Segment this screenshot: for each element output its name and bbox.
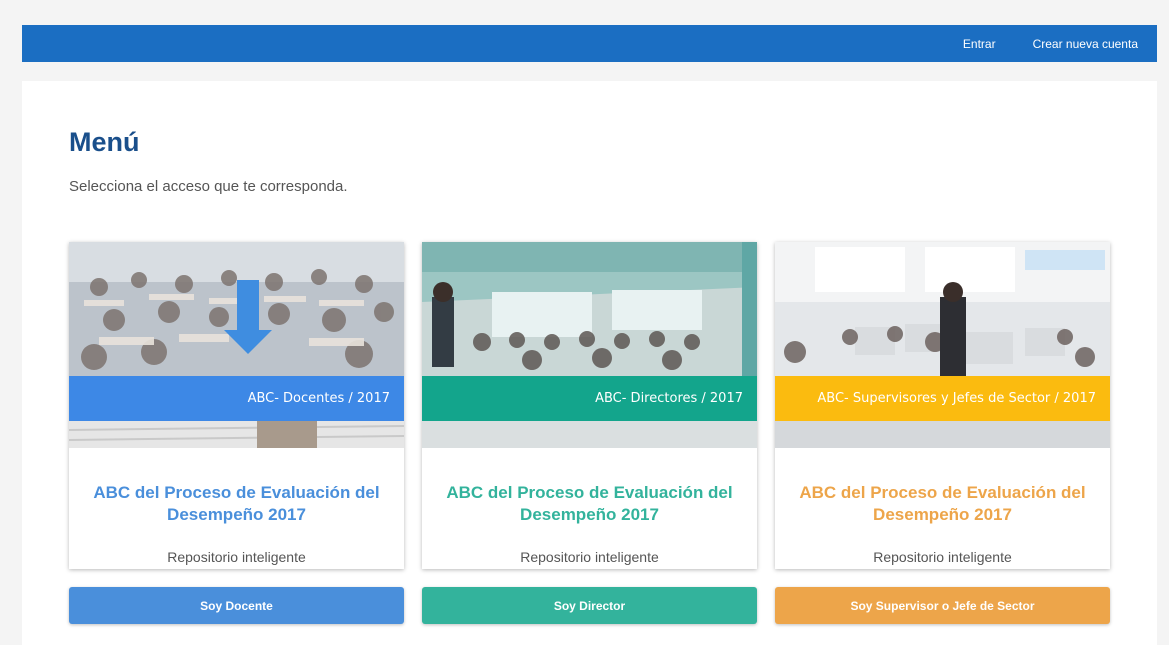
signup-link[interactable]: Crear nueva cuenta [1033, 37, 1138, 51]
card-directores[interactable]: ABC- Directores / 2017 ABC del Proceso d… [422, 242, 757, 569]
top-nav-bar: Entrar Crear nueva cuenta [22, 25, 1157, 62]
soy-director-button[interactable]: Soy Director [422, 587, 757, 624]
card-title[interactable]: ABC del Proceso de Evaluación del Desemp… [785, 482, 1100, 526]
card-banner: ABC- Docentes / 2017 [69, 376, 404, 421]
page-subtitle: Selecciona el acceso que te corresponda. [69, 178, 348, 195]
card-subtitle: Repositorio inteligente [873, 549, 1012, 565]
card-subtitle: Repositorio inteligente [520, 549, 659, 565]
card-title[interactable]: ABC del Proceso de Evaluación del Desemp… [432, 482, 747, 526]
card-subtitle: Repositorio inteligente [167, 549, 306, 565]
card-docentes[interactable]: ABC- Docentes / 2017 ABC del Proceso de … [69, 242, 404, 569]
soy-supervisor-button[interactable]: Soy Supervisor o Jefe de Sector [775, 587, 1110, 624]
page-title: Menú [69, 127, 140, 157]
soy-docente-button[interactable]: Soy Docente [69, 587, 404, 624]
card-banner: ABC- Supervisores y Jefes de Sector / 20… [775, 376, 1110, 421]
card-banner: ABC- Directores / 2017 [422, 376, 757, 421]
login-link[interactable]: Entrar [963, 37, 996, 51]
main-panel: Menú Selecciona el acceso que te corresp… [22, 81, 1157, 645]
card-supervisores[interactable]: ABC- Supervisores y Jefes de Sector / 20… [775, 242, 1110, 569]
card-title[interactable]: ABC del Proceso de Evaluación del Desemp… [79, 482, 394, 526]
